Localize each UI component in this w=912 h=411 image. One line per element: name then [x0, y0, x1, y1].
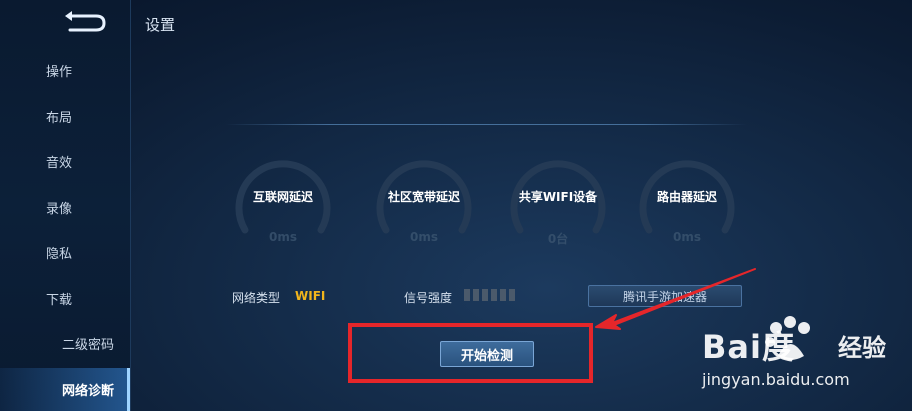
gauge-label: 路由器延迟: [656, 190, 717, 204]
gauge-value: 0ms: [410, 230, 438, 244]
signal-bar: [500, 289, 506, 301]
sidebar-item-label: 操作: [46, 64, 73, 80]
gauge-label: 社区宽带延迟: [387, 190, 460, 204]
gauge-value: 0台: [547, 232, 569, 246]
sidebar-item-layout[interactable]: 布局: [0, 96, 130, 136]
network-type-value: WIFI: [295, 289, 326, 303]
sidebar-item-operation[interactable]: 操作: [0, 50, 130, 90]
sidebar-item-label: 下载: [46, 292, 73, 308]
signal-strength-bars-icon: [464, 289, 515, 301]
sidebar-item-label: 录像: [46, 201, 73, 217]
sidebar: 操作 布局 音效 录像 隐私 下载 二级密码 网络诊断: [0, 0, 131, 411]
sidebar-item-sound[interactable]: 音效: [0, 141, 130, 181]
settings-screen: 操作 布局 音效 录像 隐私 下载 二级密码 网络诊断 设置 互联网延迟 0ms…: [0, 0, 912, 411]
signal-bar: [473, 289, 479, 301]
network-type-label: 网络类型: [232, 291, 281, 305]
gauge-label: 互联网延迟: [252, 190, 313, 204]
sidebar-item-label: 布局: [46, 110, 73, 126]
sidebar-item-label: 隐私: [46, 246, 73, 262]
section-divider: [225, 124, 747, 125]
page-title: 设置: [145, 16, 176, 34]
sidebar-item-secondary-password[interactable]: 二级密码: [0, 323, 130, 363]
gauge-value: 0ms: [673, 230, 701, 244]
watermark-url: jingyan.baidu.com: [702, 370, 850, 389]
sidebar-item-download[interactable]: 下载: [0, 278, 130, 318]
signal-bar: [464, 289, 470, 301]
annotation-highlight-box: [348, 323, 593, 383]
signal-strength-label: 信号强度: [404, 291, 453, 305]
back-button[interactable]: [62, 10, 108, 34]
signal-bar: [509, 289, 515, 301]
gauge-label: 共享WIFI设备: [518, 190, 598, 204]
gauge-shared-wifi-devices: 共享WIFI设备 0台: [508, 150, 608, 250]
paw-icon: [765, 316, 810, 360]
back-arrow-icon: [65, 11, 106, 32]
sidebar-item-label: 网络诊断: [62, 384, 115, 399]
watermark-brand: 经验: [838, 334, 886, 362]
gauge-community-broadband-latency: 社区宽带延迟 0ms: [374, 150, 474, 250]
sidebar-item-recording[interactable]: 录像: [0, 187, 130, 227]
gauge-value: 0ms: [269, 230, 297, 244]
sidebar-item-label: 二级密码: [62, 337, 115, 353]
sidebar-item-network-diagnosis[interactable]: 网络诊断: [0, 368, 130, 411]
baidu-jingyan-watermark: Bai度 经验 jingyan.baidu.com: [700, 316, 900, 398]
signal-bar: [482, 289, 488, 301]
sidebar-item-privacy[interactable]: 隐私: [0, 232, 130, 272]
gauge-router-latency: 路由器延迟 0ms: [637, 150, 737, 250]
signal-bar: [491, 289, 497, 301]
gauge-internet-latency: 互联网延迟 0ms: [233, 150, 333, 250]
sidebar-item-label: 音效: [46, 155, 73, 171]
